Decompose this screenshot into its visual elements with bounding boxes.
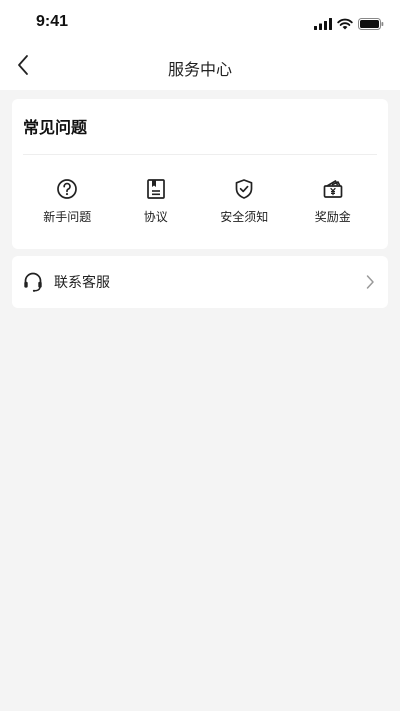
faq-item-safety[interactable]: 安全须知	[200, 176, 289, 225]
faq-item-label: 奖励金	[314, 210, 351, 224]
battery-icon	[358, 15, 384, 34]
signal-icon	[314, 15, 332, 34]
faq-item-label: 安全须知	[220, 210, 269, 224]
status-time: 9:41	[36, 13, 69, 30]
wifi-icon	[337, 15, 353, 34]
faq-item-reward[interactable]: 奖励金	[289, 176, 378, 225]
page-title: 服务中心	[167, 60, 232, 79]
document-icon	[143, 176, 169, 202]
contact-service-label: 联系客服	[54, 275, 110, 291]
status-icons	[314, 15, 384, 34]
faq-item-newbie[interactable]: 新手问题	[23, 176, 112, 225]
headset-icon	[22, 271, 44, 293]
faq-card: 常见问题 新手问题 协议 安全须知 奖励金	[12, 99, 388, 249]
question-circle-icon	[54, 176, 80, 202]
nav-bar: 服务中心	[0, 44, 400, 90]
faq-grid: 新手问题 协议 安全须知 奖励金	[23, 155, 377, 225]
header: 9:41 服务中心	[0, 0, 400, 90]
faq-item-label: 协议	[143, 210, 168, 224]
faq-title: 常见问题	[23, 99, 377, 155]
status-bar: 9:41	[0, 0, 400, 44]
faq-item-agreement[interactable]: 协议	[112, 176, 201, 225]
shield-check-icon	[231, 176, 257, 202]
contact-service-row[interactable]: 联系客服	[12, 256, 388, 308]
faq-item-label: 新手问题	[43, 210, 92, 224]
chevron-right-icon	[362, 274, 378, 290]
reward-wallet-icon	[320, 176, 346, 202]
